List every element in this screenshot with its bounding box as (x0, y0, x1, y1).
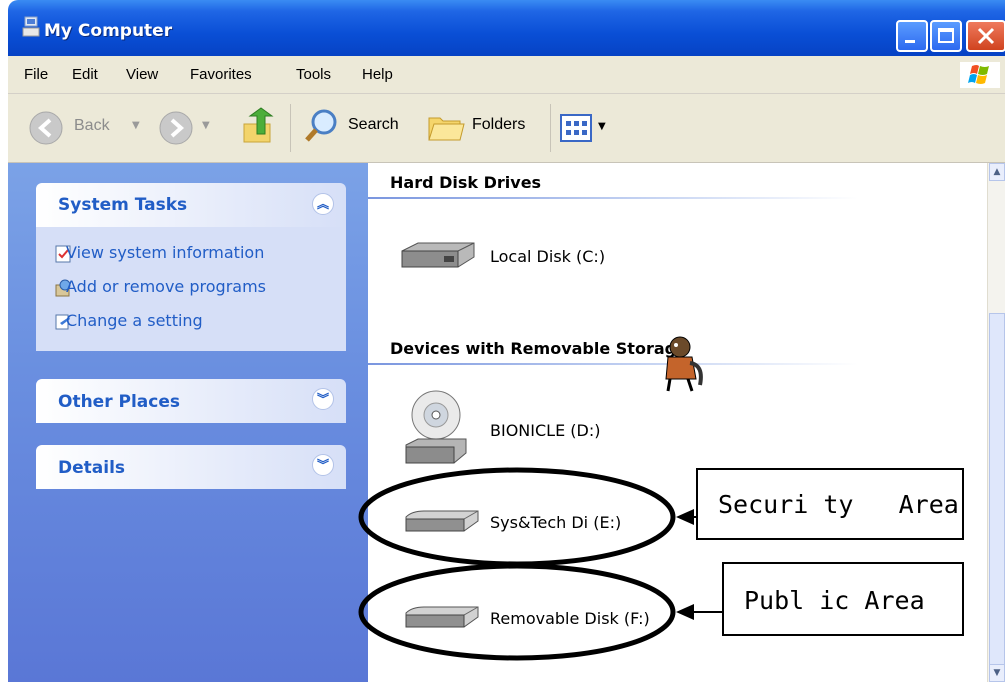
scroll-down-button[interactable]: ▼ (989, 664, 1005, 682)
toolbar-separator (290, 104, 291, 152)
vertical-scrollbar[interactable]: ▲ ▼ (987, 163, 1005, 682)
details-header[interactable]: Details ︾ (36, 445, 346, 489)
forward-dropdown-icon[interactable]: ▼ (202, 120, 210, 131)
maximize-icon (938, 28, 954, 43)
menu-view[interactable]: View (126, 66, 158, 83)
group-divider (368, 363, 858, 365)
title-bar[interactable]: My Computer (8, 0, 1005, 56)
change-setting-link[interactable]: Change a setting (66, 311, 203, 330)
back-button[interactable]: Back ▼ (28, 108, 148, 148)
windows-logo-icon (960, 62, 1000, 88)
drive-d-item[interactable]: BIONICLE (D:) (404, 389, 664, 469)
menu-edit[interactable]: Edit (72, 66, 98, 83)
system-tasks-title: System Tasks (58, 195, 188, 215)
my-computer-icon (22, 16, 40, 37)
cd-drive-icon (405, 390, 467, 464)
scroll-thumb[interactable] (989, 313, 1005, 665)
collapse-icon[interactable]: ︽ (312, 193, 334, 215)
security-area-callout: Securi ty Area (696, 468, 964, 540)
removable-drive-icon (405, 510, 479, 532)
group-divider (368, 197, 858, 199)
search-button[interactable]: Search (302, 104, 414, 150)
security-area-label: Securi ty Area (718, 490, 959, 519)
task-pane: System Tasks ︽ View system information A… (8, 163, 368, 682)
mascot-sticker-icon (665, 336, 703, 392)
views-icon (560, 114, 592, 142)
drive-d-label: BIONICLE (D:) (490, 421, 601, 440)
back-label: Back (74, 117, 110, 134)
hard-drive-icon (401, 242, 475, 268)
views-button[interactable]: ▼ (560, 108, 614, 148)
menu-favorites[interactable]: Favorites (190, 66, 252, 83)
menu-bar: File Edit View Favorites Tools Help (8, 56, 1005, 94)
expand-icon[interactable]: ︾ (312, 388, 334, 410)
removable-storage-heading: Devices with Removable Storage (390, 339, 687, 358)
removable-drive-icon (405, 606, 479, 628)
system-tasks-header[interactable]: System Tasks ︽ (36, 183, 346, 227)
system-tasks-body: View system information Add or remove pr… (36, 227, 346, 351)
back-dropdown-icon[interactable]: ▼ (132, 120, 140, 131)
close-button[interactable] (966, 20, 1005, 52)
public-area-callout: Publ ic Area (722, 562, 964, 636)
maximize-button[interactable] (930, 20, 962, 52)
minimize-button[interactable] (896, 20, 928, 52)
minimize-icon (905, 40, 915, 43)
folders-button[interactable]: Folders (426, 104, 544, 150)
drive-e-item[interactable]: Sys&Tech Di (E:) (402, 503, 662, 543)
expand-icon[interactable]: ︾ (312, 454, 334, 476)
search-icon (305, 109, 337, 142)
hard-disk-drives-heading: Hard Disk Drives (390, 173, 542, 192)
close-icon (977, 27, 995, 45)
back-arrow-icon (29, 111, 63, 145)
drive-c-item[interactable]: Local Disk (C:) (398, 237, 658, 277)
up-folder-icon[interactable] (242, 106, 276, 146)
drive-c-label: Local Disk (C:) (490, 247, 606, 266)
drive-f-label: Removable Disk (F:) (490, 609, 650, 628)
other-places-title: Other Places (58, 392, 180, 412)
toolbar: Back ▼ ▼ Search Folders ▼ (8, 94, 1005, 163)
details-title: Details (58, 458, 126, 478)
search-label: Search (348, 116, 399, 133)
drive-f-item[interactable]: Removable Disk (F:) (402, 599, 682, 639)
menu-tools[interactable]: Tools (296, 66, 331, 83)
drive-e-label: Sys&Tech Di (E:) (490, 513, 622, 532)
public-area-label: Publ ic Area (744, 586, 925, 615)
folders-icon (428, 117, 465, 141)
window-title: My Computer (44, 21, 173, 41)
menu-help[interactable]: Help (362, 66, 393, 83)
toolbar-separator (550, 104, 551, 152)
folders-label: Folders (472, 116, 526, 133)
view-system-information-link[interactable]: View system information (66, 243, 264, 262)
menu-file[interactable]: File (24, 66, 48, 83)
views-dropdown-icon[interactable]: ▼ (598, 121, 606, 132)
forward-arrow-icon (159, 111, 193, 145)
forward-button[interactable]: ▼ (158, 108, 228, 148)
add-remove-programs-link[interactable]: Add or remove programs (66, 277, 266, 296)
scroll-up-button[interactable]: ▲ (989, 163, 1005, 181)
other-places-header[interactable]: Other Places ︾ (36, 379, 346, 423)
